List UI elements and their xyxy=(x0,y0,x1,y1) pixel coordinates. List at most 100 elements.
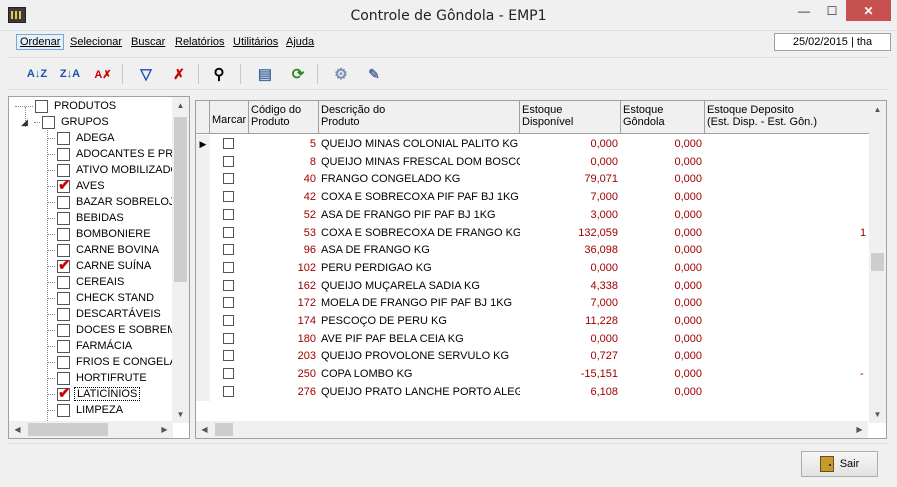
scroll-right-icon[interactable]: ▶ xyxy=(156,421,173,438)
scroll-thumb[interactable] xyxy=(174,117,187,282)
mark-checkbox[interactable] xyxy=(223,279,234,291)
tree-item[interactable]: CARNE SUÍNA xyxy=(47,256,153,274)
table-row[interactable]: 162 QUEIJO MUÇARELA SADIA KG 4,338 0,000 xyxy=(196,276,870,295)
table-row[interactable]: 8 QUEIJO MINAS FRESCAL DOM BOSCO 0,000 0,00… xyxy=(196,152,870,171)
tree-item[interactable]: LIMPEZA xyxy=(47,402,125,418)
table-row[interactable]: 250 COPA LOMBO KG -15,151 0,000 - xyxy=(196,365,870,384)
table-row[interactable]: 203 QUEIJO PROVOLONE SERVULO KG 0,727 0,000 xyxy=(196,347,870,366)
mark-checkbox[interactable] xyxy=(223,173,234,185)
menu-ordenar[interactable]: Ordenar xyxy=(16,34,65,50)
tree-checkbox[interactable] xyxy=(57,403,70,417)
scroll-left-icon[interactable]: ◀ xyxy=(196,421,213,438)
grid-horizontal-scrollbar[interactable]: ◀ ▶ xyxy=(196,421,868,438)
tree-vertical-scrollbar[interactable]: ▲ ▼ xyxy=(172,97,189,423)
tree-checkbox[interactable] xyxy=(57,256,71,274)
tree-item[interactable]: FARMÁCIA xyxy=(47,338,134,354)
tree-item[interactable]: DESCARTÁVEIS xyxy=(47,306,163,322)
scroll-up-icon[interactable]: ▲ xyxy=(869,101,886,118)
tree-checkbox[interactable] xyxy=(57,307,70,321)
scroll-down-icon[interactable]: ▼ xyxy=(172,406,189,423)
tree-item[interactable]: AVES xyxy=(47,176,107,194)
mark-checkbox[interactable] xyxy=(223,315,234,326)
mark-checkbox[interactable] xyxy=(223,226,234,238)
tree-checkbox[interactable] xyxy=(57,323,70,337)
sort-ascending-icon[interactable]: A↓Z xyxy=(26,64,48,84)
close-button[interactable]: ✕ xyxy=(846,0,891,21)
mark-checkbox[interactable] xyxy=(223,385,234,397)
find-binoculars-icon[interactable]: ⚲ xyxy=(208,64,230,84)
table-row[interactable]: 52 ASA DE FRANGO PIF PAF BJ 1KG 3,000 0,000 xyxy=(196,205,870,224)
tree-checkbox[interactable] xyxy=(57,291,70,305)
clear-filter-icon[interactable]: ✗ xyxy=(168,64,190,84)
tree-checkbox[interactable] xyxy=(57,131,70,145)
mark-checkbox[interactable] xyxy=(223,138,234,149)
table-row[interactable]: 276 QUEIJO PRATO LANCHE PORTO ALEG 6,108 0,… xyxy=(196,382,870,401)
menu-relatorios[interactable]: Relatórios xyxy=(175,36,225,48)
menu-ajuda[interactable]: Ajuda xyxy=(286,36,314,48)
header-estoque-gondola[interactable]: Estoque Gôndola xyxy=(621,101,705,134)
tree-checkbox[interactable] xyxy=(57,147,70,161)
header-descricao[interactable]: Descrição do Produto xyxy=(319,101,520,134)
mark-checkbox[interactable] xyxy=(223,155,234,167)
scroll-down-icon[interactable]: ▼ xyxy=(869,406,886,423)
mark-checkbox[interactable] xyxy=(223,350,234,362)
table-row[interactable]: 53 COXA E SOBRECOXA DE FRANGO KG 132,059 0,… xyxy=(196,223,870,242)
header-codigo[interactable]: Código do Produto xyxy=(249,101,319,134)
table-row[interactable]: 40 FRANGO CONGELADO KG 79,071 0,000 xyxy=(196,170,870,189)
table-row[interactable]: 180 AVE PIF PAF BELA CEIA KG 0,000 0,000 xyxy=(196,329,870,348)
table-row[interactable]: 42 COXA E SOBRECOXA PIF PAF BJ 1KG 7,000 0,… xyxy=(196,188,870,207)
clear-sort-icon[interactable]: A✗ xyxy=(92,64,114,84)
tree-item[interactable]: BEBIDAS xyxy=(47,210,126,226)
scroll-thumb[interactable] xyxy=(871,253,884,271)
table-row[interactable]: ▶ 5 QUEIJO MINAS COLONIAL PALITO KG 0,000 0,… xyxy=(196,135,870,153)
mark-checkbox[interactable] xyxy=(223,208,234,220)
tree-item[interactable]: DOCES E SOBREME xyxy=(47,322,186,338)
header-estoque-disponivel[interactable]: Estoque Disponível xyxy=(520,101,621,134)
refresh-icon[interactable]: ⟳ xyxy=(287,64,309,84)
mark-checkbox[interactable] xyxy=(223,332,234,344)
settings-icon[interactable]: ⚙ xyxy=(330,64,352,84)
tree-item[interactable]: BAZAR SOBRELOJA xyxy=(47,194,184,210)
tree-node-produtos[interactable]: PRODUTOS xyxy=(15,98,118,114)
mark-checkbox[interactable] xyxy=(223,191,234,203)
tree-checkbox[interactable] xyxy=(57,176,71,194)
menu-buscar[interactable]: Buscar xyxy=(131,36,165,48)
scroll-right-icon[interactable]: ▶ xyxy=(851,421,868,438)
tree-item[interactable]: BOMBONIERE xyxy=(47,226,153,242)
menu-utilitarios[interactable]: Utilitários xyxy=(233,36,278,48)
scroll-thumb[interactable] xyxy=(215,423,233,436)
tree-checkbox[interactable] xyxy=(42,115,55,129)
table-row[interactable]: 172 MOELA DE FRANGO PIF PAF BJ 1KG 7,000 0,… xyxy=(196,294,870,313)
tree-item[interactable]: ADEGA xyxy=(47,130,117,146)
table-row[interactable]: 96 ASA DE FRANGO KG 36,098 0,000 xyxy=(196,241,870,260)
tree-checkbox[interactable] xyxy=(35,99,48,113)
tree-item[interactable]: CEREAIS xyxy=(47,274,126,290)
mark-checkbox[interactable] xyxy=(223,261,234,273)
menu-selecionar[interactable]: Selecionar xyxy=(70,36,122,48)
tree-item[interactable]: FRIOS E CONGELAD xyxy=(47,354,187,370)
header-estoque-deposito[interactable]: Estoque Deposito (Est. Disp. - Est. Gôn.… xyxy=(705,101,865,134)
scroll-left-icon[interactable]: ◀ xyxy=(9,421,26,438)
sort-descending-icon[interactable]: Z↓A xyxy=(59,64,81,84)
tree-checkbox[interactable] xyxy=(57,339,70,353)
grid-vertical-scrollbar[interactable]: ▲ ▼ xyxy=(869,101,886,423)
mark-checkbox[interactable] xyxy=(223,368,234,380)
exit-button[interactable]: Sair xyxy=(801,451,878,477)
table-row[interactable]: 102 PERU PERDIGAO KG 0,000 0,000 xyxy=(196,258,870,277)
product-grid[interactable]: Marcar Código do Produto Descrição do Pr… xyxy=(195,100,887,439)
scroll-up-icon[interactable]: ▲ xyxy=(172,97,189,114)
collapse-icon[interactable]: ◢ xyxy=(21,117,30,127)
tree-checkbox[interactable] xyxy=(57,275,70,289)
tree-checkbox[interactable] xyxy=(57,195,70,209)
group-tree[interactable]: PRODUTOS ◢ GRUPOS ADEGA ADOCANTES E PRO AT… xyxy=(8,96,190,439)
tree-checkbox[interactable] xyxy=(57,384,71,402)
minimize-button[interactable]: — xyxy=(790,0,818,21)
tree-item[interactable]: ADOCANTES E PRO xyxy=(47,146,184,162)
tree-item[interactable]: LATICÍNIOS xyxy=(47,384,141,402)
tools-icon[interactable]: ✎ xyxy=(363,64,385,84)
tree-node-grupos[interactable]: ◢ GRUPOS xyxy=(21,114,111,130)
tree-horizontal-scrollbar[interactable]: ◀ ▶ xyxy=(9,421,173,438)
tree-checkbox[interactable] xyxy=(57,211,70,225)
mark-checkbox[interactable] xyxy=(223,297,234,309)
table-row[interactable]: 174 PESCOÇO DE PERU KG 11,228 0,000 xyxy=(196,312,870,330)
